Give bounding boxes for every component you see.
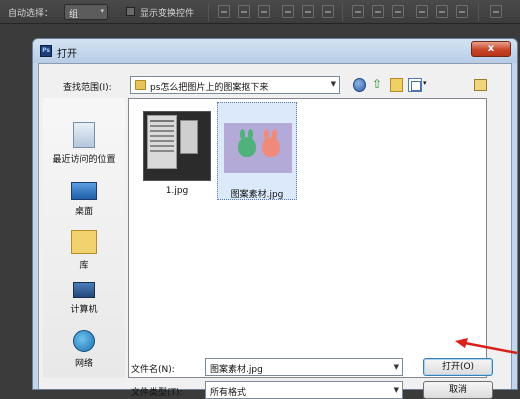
toolbar-separator — [208, 3, 209, 21]
distribute-left-icon[interactable] — [416, 5, 428, 18]
align-right-icon[interactable] — [322, 5, 334, 18]
look-in-combo[interactable]: ps怎么把图片上的图案抠下来 ▼ — [130, 76, 340, 94]
open-dialog: Ps 打开 x 查找范围(I): ps怎么把图片上的图案抠下来 ▼ ⇧ ▾ 最近… — [32, 38, 518, 399]
filetype-label: 文件类型(T): — [131, 388, 183, 398]
align-hcenter-icon[interactable] — [302, 5, 314, 18]
computer-icon — [73, 282, 95, 298]
align-left-icon[interactable] — [282, 5, 294, 18]
chevron-down-icon[interactable]: ▼ — [394, 363, 399, 371]
file-list[interactable]: 1.jpg 图案素材.jpg — [128, 98, 487, 378]
look-in-value: ps怎么把图片上的图案抠下来 — [150, 83, 269, 93]
filename-value: 图案素材.jpg — [210, 365, 263, 375]
network-icon — [73, 330, 95, 352]
file-item[interactable]: 1.jpg — [137, 102, 217, 200]
place-recent[interactable]: 最近访问的位置 — [43, 122, 125, 165]
chevron-down-icon: ▼ — [393, 386, 399, 394]
place-library[interactable]: 库 — [43, 230, 125, 271]
auto-select-label: 自动选择： — [8, 9, 54, 19]
recent-places-icon — [73, 122, 95, 148]
back-icon[interactable] — [353, 78, 366, 92]
options-bar: 自动选择： 组 ▾ 显示变换控件 — [0, 0, 520, 24]
place-label: 最近访问的位置 — [52, 155, 116, 165]
image-thumbnail — [143, 111, 211, 181]
distribute-bottom-icon[interactable] — [392, 5, 404, 18]
chevron-down-icon[interactable]: ▾ — [423, 79, 427, 87]
place-label: 计算机 — [70, 305, 98, 315]
close-button[interactable]: x — [471, 41, 511, 57]
new-folder-icon[interactable] — [390, 78, 403, 92]
annotation-arrow-icon — [455, 338, 518, 355]
distribute-hcenter-icon[interactable] — [436, 5, 448, 18]
toolbar-separator — [478, 3, 479, 21]
views-menu-icon[interactable] — [408, 78, 422, 92]
align-bottom-icon[interactable] — [258, 5, 270, 18]
file-item-selected[interactable]: 图案素材.jpg — [217, 102, 297, 200]
auto-select-value: 组 — [69, 10, 79, 20]
rabbit-figure — [262, 129, 280, 157]
folder-icon — [135, 80, 146, 90]
place-network[interactable]: 网络 — [43, 330, 125, 369]
image-preview-icon[interactable] — [474, 79, 487, 91]
toolbar-separator — [342, 3, 343, 21]
chevron-down-icon: ▾ — [100, 7, 104, 15]
places-bar: 最近访问的位置 桌面 库 计算机 网络 — [43, 98, 125, 378]
rabbit-figure — [238, 129, 256, 157]
align-vcenter-icon[interactable] — [238, 5, 250, 18]
filename-input[interactable]: 图案素材.jpg ▼ — [205, 358, 403, 376]
cancel-button[interactable]: 取消 — [423, 381, 493, 399]
distribute-vcenter-icon[interactable] — [372, 5, 384, 18]
look-in-label: 查找范围(I): — [63, 83, 112, 93]
desktop-icon — [71, 182, 97, 200]
place-label: 网络 — [74, 359, 93, 369]
filetype-select[interactable]: 所有格式 ▼ — [205, 381, 403, 399]
dialog-titlebar[interactable]: Ps 打开 x — [33, 39, 517, 63]
place-label: 桌面 — [74, 207, 93, 217]
auto-select-dropdown[interactable]: 组 ▾ — [64, 4, 108, 20]
open-button[interactable]: 打开(O) — [423, 358, 493, 376]
file-name: 1.jpg — [165, 186, 189, 196]
file-name: 图案素材.jpg — [230, 190, 284, 200]
place-desktop[interactable]: 桌面 — [43, 182, 125, 217]
filename-label: 文件名(N): — [131, 365, 175, 375]
place-computer[interactable]: 计算机 — [43, 282, 125, 315]
photoshop-icon: Ps — [40, 45, 52, 57]
chevron-down-icon: ▼ — [330, 80, 336, 88]
dialog-title: 打开 — [57, 49, 77, 60]
distribute-right-icon[interactable] — [456, 5, 468, 18]
show-transform-label: 显示变换控件 — [140, 9, 195, 19]
up-folder-icon[interactable]: ⇧ — [372, 78, 384, 92]
align-top-icon[interactable] — [218, 5, 230, 18]
auto-align-icon[interactable] — [490, 5, 502, 18]
distribute-top-icon[interactable] — [352, 5, 364, 18]
place-label: 库 — [79, 261, 89, 271]
image-thumbnail — [224, 123, 292, 173]
library-icon — [71, 230, 97, 254]
dialog-body: 查找范围(I): ps怎么把图片上的图案抠下来 ▼ ⇧ ▾ 最近访问的位置 桌面… — [38, 63, 512, 399]
show-transform-checkbox[interactable] — [126, 7, 135, 16]
